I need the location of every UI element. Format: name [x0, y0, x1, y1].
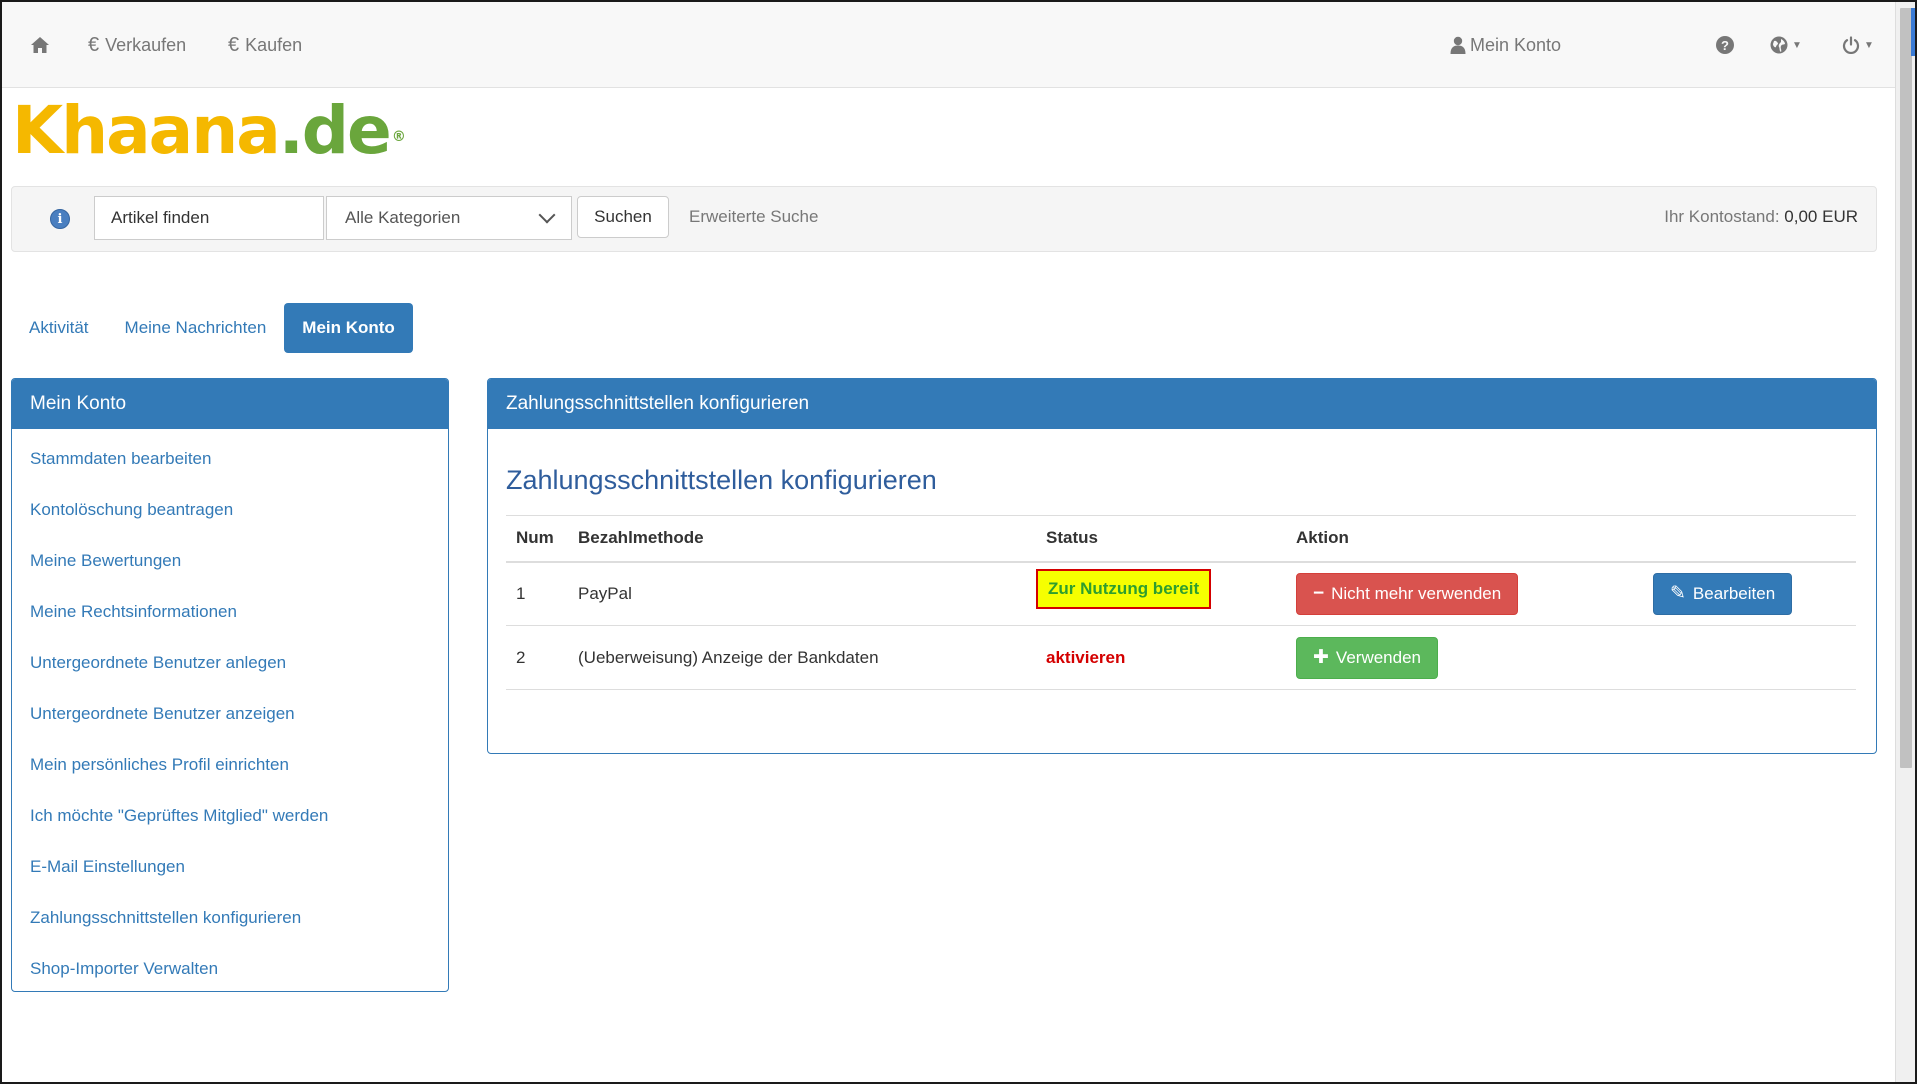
- scrollbar-accent: [1911, 8, 1915, 56]
- language-dropdown[interactable]: ▼: [1770, 2, 1802, 88]
- vertical-scrollbar[interactable]: [1895, 2, 1915, 1082]
- search-bar: i Alle Kategorien Suchen Erweiterte Such…: [11, 186, 1877, 252]
- logo-text-domain: .de: [278, 92, 392, 169]
- sidebar-menu: Stammdaten bearbeiten Kontolöschung bean…: [12, 429, 448, 991]
- nav-buy-label: Kaufen: [245, 34, 303, 55]
- nav-account-label: Mein Konto: [1470, 34, 1562, 55]
- nav-sell[interactable]: € Verkaufen: [88, 2, 186, 88]
- edit-label: Bearbeiten: [1692, 583, 1776, 603]
- column-header-num: Num: [506, 515, 568, 563]
- row-method: PayPal: [578, 583, 632, 603]
- plus-icon: ✚: [1313, 647, 1329, 668]
- sidebar-item-request-account-deletion[interactable]: Kontolöschung beantragen: [12, 484, 448, 535]
- logo-text-main: Khaana: [12, 92, 281, 169]
- euro-icon: €: [228, 33, 240, 56]
- sidebar-item-create-subusers[interactable]: Untergeordnete Benutzer anlegen: [12, 637, 448, 688]
- page-title: Zahlungsschnittstellen konfigurieren: [506, 465, 937, 495]
- balance-label: Ihr Kontostand:: [1664, 207, 1780, 226]
- info-icon[interactable]: i: [50, 209, 70, 229]
- sidebar-item-verified-member[interactable]: Ich möchte "Geprüftes Mitglied" werden: [12, 790, 448, 841]
- search-input[interactable]: [94, 196, 324, 240]
- home-icon: [31, 37, 49, 53]
- scrollbar-thumb[interactable]: [1900, 8, 1912, 768]
- category-select-value: Alle Kategorien: [345, 208, 461, 227]
- column-header-action: Aktion: [1286, 515, 1643, 563]
- caret-down-icon: ▼: [1792, 39, 1802, 51]
- search-button[interactable]: Suchen: [577, 196, 669, 238]
- nav-sell-label: Verkaufen: [105, 34, 187, 55]
- stop-using-label: Nicht mehr verwenden: [1331, 583, 1502, 603]
- payment-methods-table: Num Bezahlmethode Status Aktion 1 PayPal…: [506, 515, 1856, 690]
- column-header-edit: [1643, 515, 1856, 563]
- sidebar-item-personal-profile[interactable]: Mein persönliches Profil einrichten: [12, 739, 448, 790]
- sidebar-item-show-subusers[interactable]: Untergeordnete Benutzer anzeigen: [12, 688, 448, 739]
- activate-link[interactable]: aktivieren: [1046, 648, 1125, 668]
- edit-button[interactable]: ✎ Bearbeiten: [1653, 572, 1793, 615]
- minus-icon: −: [1313, 582, 1325, 604]
- sidebar-title: Mein Konto: [12, 379, 448, 429]
- row-method: (Ueberweisung) Anzeige der Bankdaten: [578, 647, 879, 667]
- caret-down-icon: ▼: [1864, 39, 1874, 51]
- nav-home[interactable]: [30, 2, 50, 88]
- help-button[interactable]: ?: [1716, 2, 1734, 88]
- sidebar-item-legal-info[interactable]: Meine Rechtsinformationen: [12, 586, 448, 637]
- row-num: 2: [516, 647, 526, 667]
- nav-account[interactable]: Mein Konto: [1450, 2, 1561, 88]
- question-icon: ?: [1716, 36, 1734, 54]
- table-row: 1 PayPal Zur Nutzung bereit − Nicht mehr…: [506, 561, 1856, 626]
- logo-registered-mark: ®: [391, 129, 406, 145]
- site-logo[interactable]: Khaana.de ®: [12, 96, 406, 166]
- column-header-status: Status: [1036, 515, 1286, 563]
- top-navbar: € Verkaufen € Kaufen Mein Konto ? ▼ ▼: [2, 2, 1895, 88]
- logout-dropdown[interactable]: ▼: [1842, 2, 1874, 88]
- chevron-down-icon: [538, 206, 556, 224]
- sidebar-item-my-ratings[interactable]: Meine Bewertungen: [12, 535, 448, 586]
- row-num: 1: [516, 583, 526, 603]
- account-tabs: Aktivität Meine Nachrichten Mein Konto: [11, 303, 413, 353]
- balance-value: 0,00 EUR: [1784, 207, 1858, 226]
- account-balance: Ihr Kontostand: 0,00 EUR: [1664, 207, 1858, 227]
- sidebar-item-edit-master-data[interactable]: Stammdaten bearbeiten: [12, 433, 448, 484]
- tab-activity[interactable]: Aktivität: [11, 303, 107, 353]
- sidebar-item-payment-interfaces[interactable]: Zahlungsschnittstellen konfigurieren: [12, 892, 448, 943]
- globe-icon: [1770, 36, 1788, 54]
- sidebar-item-shop-importer[interactable]: Shop-Importer Verwalten: [12, 943, 448, 991]
- euro-icon: €: [88, 33, 100, 56]
- use-label: Verwenden: [1335, 647, 1421, 667]
- category-select[interactable]: Alle Kategorien: [326, 196, 572, 240]
- payment-panel: Zahlungsschnittstellen konfigurieren Zah…: [487, 378, 1877, 754]
- nav-buy[interactable]: € Kaufen: [228, 2, 302, 88]
- tab-messages[interactable]: Meine Nachrichten: [107, 303, 285, 353]
- power-icon: [1842, 36, 1860, 54]
- sidebar-item-email-settings[interactable]: E-Mail Einstellungen: [12, 841, 448, 892]
- pencil-icon: ✎: [1670, 583, 1686, 605]
- sidebar-panel: Mein Konto Stammdaten bearbeiten Kontolö…: [11, 378, 449, 992]
- user-icon: [1450, 36, 1466, 54]
- table-row: 2 (Ueberweisung) Anzeige der Bankdaten a…: [506, 625, 1856, 690]
- payment-panel-title: Zahlungsschnittstellen konfigurieren: [488, 379, 1876, 429]
- table-header-row: Num Bezahlmethode Status Aktion: [506, 515, 1856, 563]
- stop-using-button[interactable]: − Nicht mehr verwenden: [1296, 572, 1519, 615]
- use-button[interactable]: ✚ Verwenden: [1296, 636, 1438, 679]
- column-header-method: Bezahlmethode: [568, 515, 1036, 563]
- tab-my-account[interactable]: Mein Konto: [284, 303, 413, 353]
- status-badge: Zur Nutzung bereit: [1036, 568, 1212, 609]
- advanced-search-link[interactable]: Erweiterte Suche: [689, 207, 818, 227]
